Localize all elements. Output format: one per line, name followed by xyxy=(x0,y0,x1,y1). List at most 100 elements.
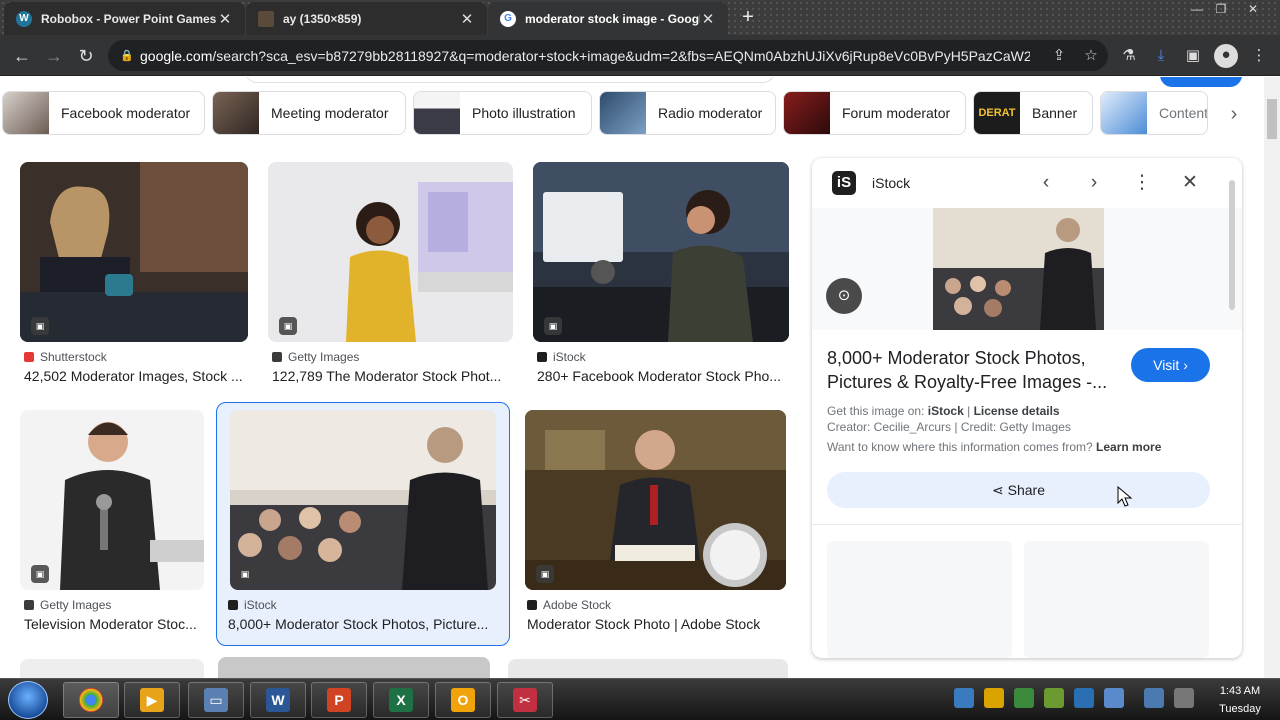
result-card-selected[interactable]: ▣ iStock 8,000+ Moderator Stock Photos, … xyxy=(216,402,510,646)
result-image[interactable] xyxy=(525,410,786,590)
result-source[interactable]: Getty Images xyxy=(272,350,359,364)
forward-icon[interactable]: → xyxy=(42,44,66,68)
result-title[interactable]: 42,502 Moderator Images, Stock ... xyxy=(24,368,246,384)
network-icon[interactable] xyxy=(1144,688,1164,708)
word-icon: W xyxy=(266,688,290,712)
chip-facebook-moderator[interactable]: Facebook moderator xyxy=(2,91,205,135)
taskbar-word[interactable]: W xyxy=(250,682,306,718)
related-image-placeholder[interactable] xyxy=(1024,541,1209,658)
taskbar-snipping-tool[interactable]: ✂ xyxy=(497,682,553,718)
result-title[interactable]: 8,000+ Moderator Stock Photos, Picture..… xyxy=(228,616,498,632)
chip-banner[interactable]: DERAT Banner xyxy=(973,91,1093,135)
result-source[interactable]: Adobe Stock xyxy=(527,598,611,612)
chevron-right-icon[interactable]: › xyxy=(1222,103,1246,127)
result-title[interactable]: Moderator Stock Photo | Adobe Stock xyxy=(527,616,785,632)
start-button[interactable] xyxy=(8,681,48,719)
close-icon[interactable]: ✕ xyxy=(459,10,475,28)
related-image-placeholder[interactable] xyxy=(827,541,1012,658)
preview-title[interactable]: 8,000+ Moderator Stock Photos, Pictures … xyxy=(827,346,1117,394)
side-panel-icon[interactable]: ▣ xyxy=(1182,45,1204,67)
result-title[interactable]: Television Moderator Stoc... xyxy=(24,616,204,632)
google-lens-icon[interactable]: ⊙ xyxy=(826,278,862,314)
taskbar-excel[interactable]: X xyxy=(373,682,429,718)
result-card[interactable]: ▣ Getty Images Television Moderator Stoc… xyxy=(20,410,204,635)
chevron-right-icon[interactable]: › xyxy=(1080,169,1108,197)
visit-button[interactable]: Visit › xyxy=(1131,348,1210,382)
learn-more-link[interactable]: Learn more xyxy=(1096,440,1161,454)
reload-icon[interactable]: ↻ xyxy=(74,44,98,68)
sign-in-button[interactable] xyxy=(1160,77,1242,87)
chevron-left-icon[interactable]: ‹ xyxy=(1032,169,1060,197)
result-source[interactable]: Getty Images xyxy=(24,598,111,612)
taskbar-powerpoint[interactable]: P xyxy=(311,682,367,718)
chip-radio-moderator[interactable]: Radio moderator xyxy=(599,91,776,135)
chip-forum-moderator[interactable]: Forum moderator xyxy=(783,91,966,135)
url-text[interactable]: google.com/search?sca_esv=b87279bb281189… xyxy=(140,48,1030,64)
panel-site-name[interactable]: iStock xyxy=(872,175,910,191)
result-card[interactable] xyxy=(218,657,490,678)
extension-icon[interactable]: ⚗ xyxy=(1118,45,1140,67)
result-title[interactable]: 122,789 The Moderator Stock Phot... xyxy=(272,368,510,384)
result-image[interactable] xyxy=(533,162,789,342)
display-icon[interactable] xyxy=(1104,688,1124,708)
taskbar-outlook[interactable]: O xyxy=(435,682,491,718)
result-card[interactable] xyxy=(508,659,788,678)
result-image[interactable] xyxy=(508,659,788,678)
volume-muted-icon[interactable] xyxy=(1174,688,1194,708)
get-image-site-link[interactable]: iStock xyxy=(928,404,964,418)
address-bar[interactable]: 🔒 google.com/search?sca_esv=b87279bb2811… xyxy=(108,40,1108,71)
tray-app-icon[interactable] xyxy=(1014,688,1034,708)
page-scrollbar[interactable] xyxy=(1264,77,1280,678)
result-card[interactable]: ▣ Getty Images 122,789 The Moderator Sto… xyxy=(268,162,513,387)
share-page-icon[interactable]: ⇪ xyxy=(1048,45,1070,67)
close-icon[interactable]: ✕ xyxy=(700,10,716,28)
result-source[interactable]: iStock xyxy=(537,350,586,364)
result-card[interactable]: ▣ iStock 280+ Facebook Moderator Stock P… xyxy=(533,162,789,387)
tab-google-search[interactable]: G moderator stock image - Google ✕ xyxy=(488,2,728,35)
window-close-icon[interactable]: ✕ xyxy=(1242,0,1264,18)
result-title[interactable]: 280+ Facebook Moderator Stock Pho... xyxy=(537,368,787,384)
chip-meeting-moderator[interactable]: Meeting moderator xyxy=(212,91,406,135)
back-icon[interactable]: ← xyxy=(10,44,34,68)
result-image[interactable] xyxy=(218,657,490,678)
restore-icon[interactable]: ❐ xyxy=(1210,0,1232,18)
system-clock[interactable]: 1:43 AM Tuesday xyxy=(1208,682,1272,718)
result-image[interactable] xyxy=(20,162,248,342)
taskbar-chrome[interactable] xyxy=(63,682,119,718)
profile-avatar-icon[interactable]: ● xyxy=(1214,44,1238,68)
result-card[interactable]: ▣ Adobe Stock Moderator Stock Photo | Ad… xyxy=(525,410,786,635)
preview-image[interactable] xyxy=(933,208,1104,330)
more-options-icon[interactable]: ⋮ xyxy=(1128,169,1156,197)
result-image[interactable] xyxy=(268,162,513,342)
tab-image[interactable]: ay (1350×859) ✕ xyxy=(246,2,487,35)
tray-app-icon[interactable] xyxy=(1044,688,1064,708)
menu-kebab-icon[interactable]: ⋮ xyxy=(1248,45,1270,67)
result-source[interactable]: Shutterstock xyxy=(24,350,107,364)
result-image[interactable] xyxy=(20,410,204,590)
license-details-link[interactable]: License details xyxy=(974,404,1060,418)
taskbar-explorer[interactable]: ▭ xyxy=(188,682,244,718)
tray-app-icon[interactable] xyxy=(954,688,974,708)
tray-app-icon[interactable] xyxy=(1074,688,1094,708)
panel-scrollbar[interactable] xyxy=(1227,170,1237,650)
result-source[interactable]: iStock xyxy=(228,598,277,612)
search-box[interactable] xyxy=(245,77,775,83)
close-icon[interactable]: ✕ xyxy=(217,10,233,28)
bookmark-star-icon[interactable]: ☆ xyxy=(1080,45,1102,67)
result-image[interactable] xyxy=(20,659,204,678)
minimize-icon[interactable]: — xyxy=(1186,0,1208,18)
result-image[interactable] xyxy=(230,410,496,590)
download-icon[interactable]: ⤓ xyxy=(1150,45,1172,67)
result-card[interactable] xyxy=(20,659,204,678)
tab-robobox[interactable]: W Robobox - Power Point Games ✕ xyxy=(4,2,245,35)
result-card[interactable]: ▣ Shutterstock 42,502 Moderator Images, … xyxy=(20,162,248,387)
share-button[interactable]: ⋖ Share xyxy=(827,472,1210,508)
security-shield-icon[interactable] xyxy=(984,688,1004,708)
chip-content[interactable]: Content xyxy=(1100,91,1208,135)
new-tab-icon[interactable]: + xyxy=(737,6,759,28)
get-image-line: Get this image on: iStock | License deta… xyxy=(827,404,1060,418)
chip-photo-illustration[interactable]: Photo illustration xyxy=(413,91,592,135)
tab-title: Robobox - Power Point Games xyxy=(41,11,217,26)
taskbar-media-player[interactable]: ▶ xyxy=(124,682,180,718)
close-icon[interactable]: ✕ xyxy=(1176,169,1204,197)
